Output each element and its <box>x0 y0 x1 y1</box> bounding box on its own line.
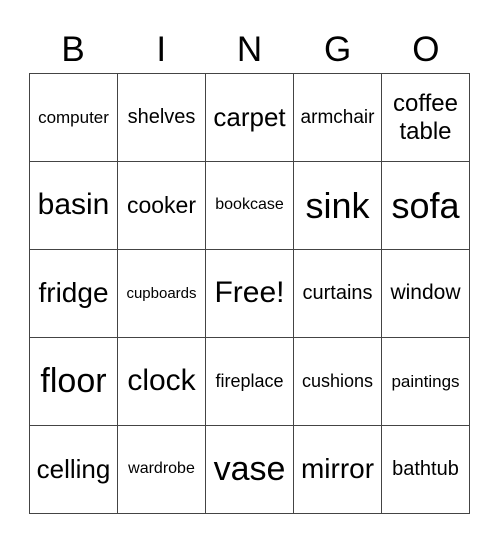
header-letter-i: I <box>156 30 167 69</box>
bingo-cell[interactable]: bathtub <box>382 426 470 514</box>
header-letter-o: O <box>412 30 440 69</box>
cell-label: cupboards <box>126 284 197 302</box>
bingo-cell[interactable]: sofa <box>382 162 470 250</box>
cell-label: floor <box>40 361 107 400</box>
bingo-cell[interactable]: shelves <box>118 74 206 162</box>
cell-label: cooker <box>126 192 197 219</box>
cell-label: mirror <box>300 453 375 485</box>
bingo-cell[interactable]: window <box>382 250 470 338</box>
cell-label: vase <box>213 449 286 488</box>
cell-label: bathtub <box>392 458 459 480</box>
cell-label: paintings <box>391 371 460 391</box>
bingo-cell[interactable]: fridge <box>30 250 118 338</box>
free-space-cell[interactable]: Free! <box>206 250 294 338</box>
cell-label: celling <box>36 453 111 484</box>
bingo-cell[interactable]: coffee table <box>382 74 470 162</box>
cell-label: coffee table <box>393 89 458 145</box>
bingo-cell[interactable]: curtains <box>294 250 382 338</box>
header-letter-g: G <box>324 30 352 69</box>
bingo-cell[interactable]: fireplace <box>206 338 294 426</box>
cell-label: sink <box>305 184 370 226</box>
bingo-cell[interactable]: carpet <box>206 74 294 162</box>
bingo-cell[interactable]: computer <box>30 74 118 162</box>
bingo-cell[interactable]: mirror <box>294 426 382 514</box>
cell-label: clock <box>127 364 196 398</box>
bingo-cell[interactable]: cooker <box>118 162 206 250</box>
cell-label: cushions <box>301 371 374 392</box>
cell-label: bookcase <box>215 196 284 214</box>
bingo-cell[interactable]: paintings <box>382 338 470 426</box>
cell-label: fridge <box>38 277 109 309</box>
cell-label: window <box>390 281 461 305</box>
cell-label: wardrobe <box>128 460 195 478</box>
cell-label: shelves <box>127 106 196 128</box>
bingo-cell[interactable]: sink <box>294 162 382 250</box>
header-letter-b: B <box>61 30 85 69</box>
bingo-cell[interactable]: basin <box>30 162 118 250</box>
bingo-header: B I N G O <box>29 30 470 70</box>
bingo-cell[interactable]: cupboards <box>118 250 206 338</box>
bingo-cell[interactable]: armchair <box>294 74 382 162</box>
cell-label: curtains <box>302 282 373 304</box>
cell-label: carpet <box>213 101 286 132</box>
cell-label: armchair <box>300 106 375 128</box>
bingo-cell[interactable]: wardrobe <box>118 426 206 514</box>
bingo-grid: computer shelves carpet armchair coffee tabl… <box>29 73 470 514</box>
bingo-cell[interactable]: vase <box>206 426 294 514</box>
cell-label: computer <box>38 107 109 127</box>
bingo-cell[interactable]: floor <box>30 338 118 426</box>
bingo-cell[interactable]: cushions <box>294 338 382 426</box>
cell-label: Free! <box>214 276 285 310</box>
bingo-cell[interactable]: clock <box>118 338 206 426</box>
header-letter-n: N <box>236 30 263 69</box>
bingo-cell[interactable]: bookcase <box>206 162 294 250</box>
cell-label: fireplace <box>215 371 284 392</box>
bingo-cell[interactable]: celling <box>30 426 118 514</box>
cell-label: sofa <box>391 184 460 226</box>
cell-label: basin <box>37 188 110 222</box>
